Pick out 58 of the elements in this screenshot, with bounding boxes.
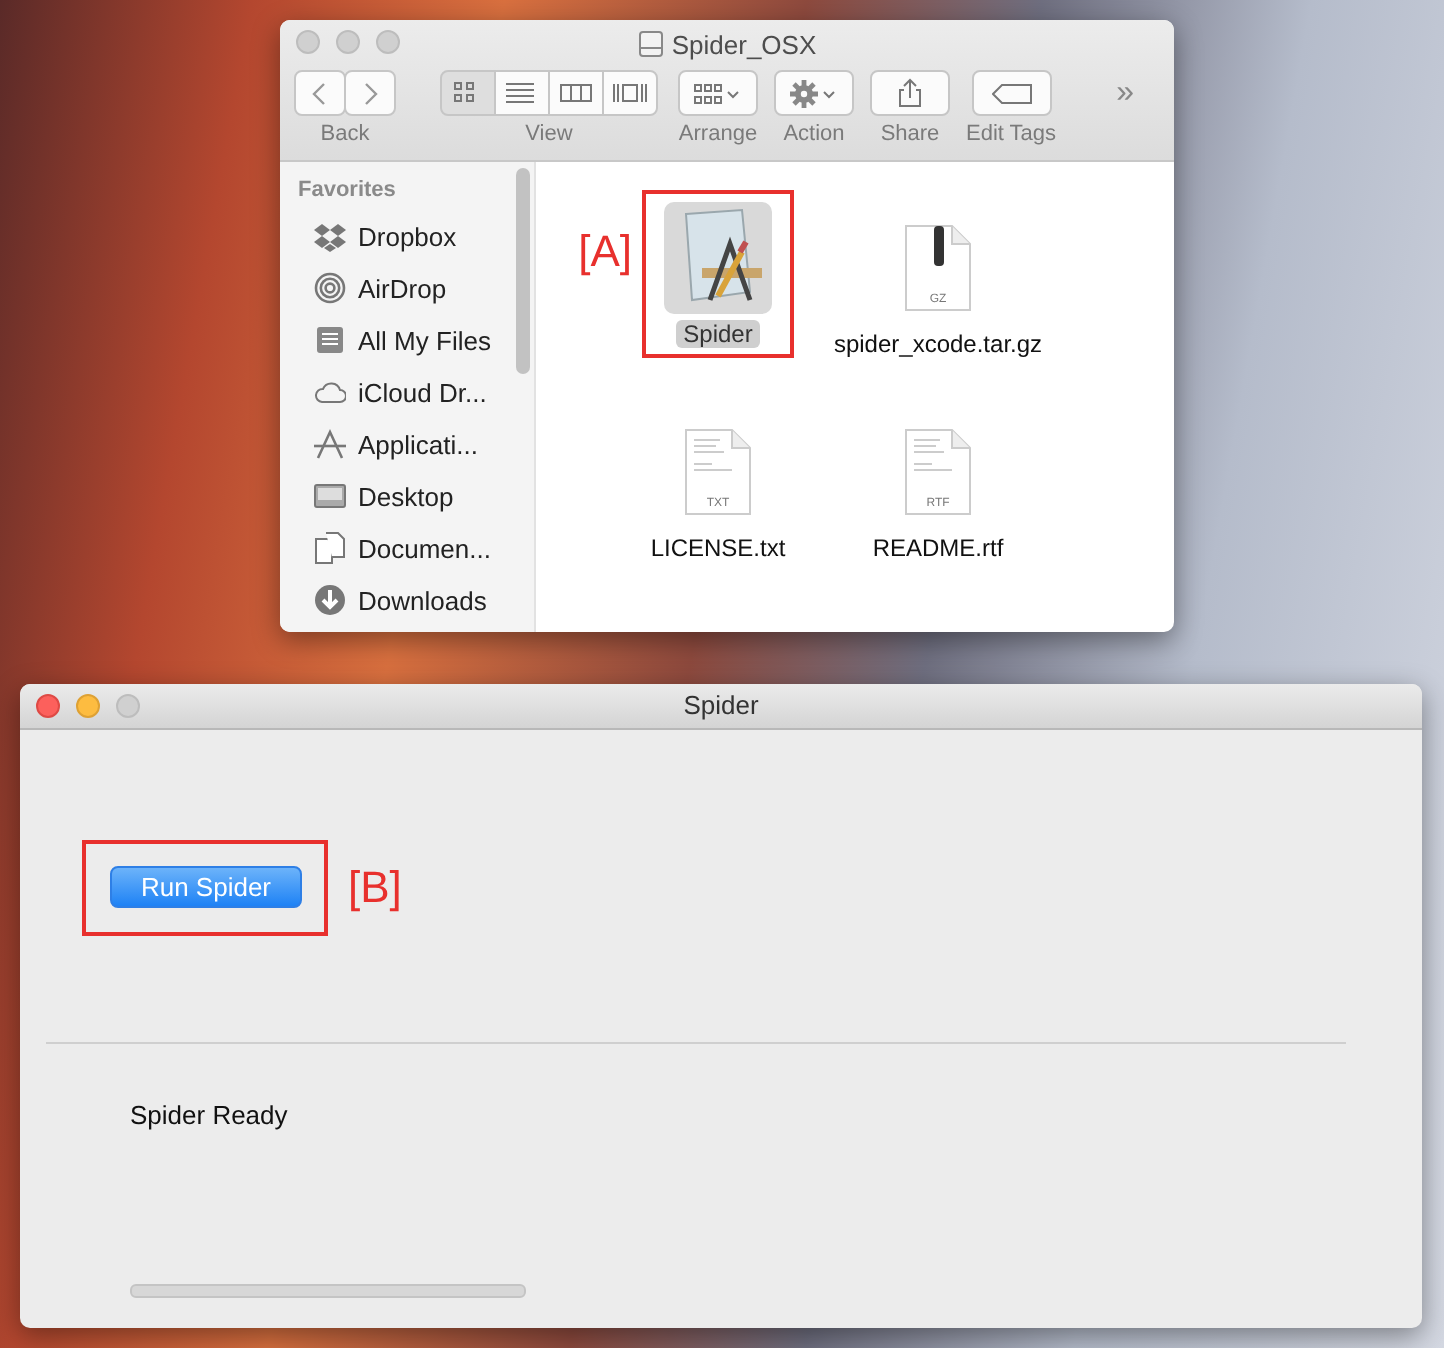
- documents-icon: [314, 532, 346, 564]
- files-icon: [314, 324, 346, 356]
- document-icon: [683, 428, 752, 516]
- window-title: Spider_OSX: [671, 29, 817, 59]
- downloads-icon: [314, 584, 346, 616]
- sidebar-heading: Favorites: [296, 178, 398, 202]
- sidebar-item[interactable]: Applicati...: [280, 418, 534, 470]
- view-mode-button[interactable]: [440, 70, 496, 116]
- sidebar-item[interactable]: All My Files: [280, 314, 534, 366]
- toolbar-label: Share: [880, 122, 940, 146]
- apps-icon: [314, 428, 346, 460]
- minimize-button[interactable]: [76, 694, 100, 718]
- window-title: Spider: [683, 690, 759, 720]
- sidebar-item[interactable]: Desktop: [280, 470, 534, 522]
- desktop-icon: [314, 480, 346, 512]
- view-mode-button[interactable]: [548, 70, 604, 116]
- back-button[interactable]: [294, 70, 346, 116]
- file-name[interactable]: README.rtf: [864, 534, 1012, 562]
- share-button[interactable]: [870, 70, 950, 116]
- grid-dropdown-icon: [694, 81, 742, 105]
- share-icon: [898, 78, 922, 108]
- annotation-label: [A]: [578, 226, 632, 278]
- chevron-left-icon: [312, 81, 328, 105]
- toolbar-label: Action: [783, 122, 845, 146]
- close-button[interactable]: [36, 694, 60, 718]
- zip-file-icon: [904, 224, 972, 312]
- sidebar-item[interactable]: AirDrop: [280, 262, 534, 314]
- chevron-right-icon: [362, 81, 378, 105]
- annotation-label: [B]: [348, 862, 402, 914]
- edit-tags-button[interactable]: [971, 70, 1052, 116]
- view-mode-button[interactable]: [494, 70, 550, 116]
- scrollbar-thumb[interactable]: [516, 168, 530, 374]
- gear-dropdown-icon: [790, 79, 838, 107]
- forward-button[interactable]: [344, 70, 396, 116]
- column-view-icon: [560, 80, 592, 106]
- view-mode-button[interactable]: [602, 70, 658, 116]
- document-icon: [904, 428, 972, 516]
- status-text: Spider Ready: [130, 1100, 290, 1130]
- file-name[interactable]: LICENSE.txt: [642, 534, 794, 562]
- tag-icon: [991, 83, 1032, 103]
- cover-flow-icon: [612, 80, 648, 106]
- cloud-icon: [314, 376, 346, 408]
- sidebar-item[interactable]: Dropbox: [280, 210, 534, 262]
- sidebar-item[interactable]: Documen...: [280, 522, 534, 574]
- arrange-button[interactable]: [678, 70, 758, 116]
- toolbar-label: Back: [320, 122, 370, 146]
- file-name[interactable]: Spider: [675, 320, 761, 348]
- toolbar-label: Edit Tags: [966, 122, 1057, 146]
- sidebar-item[interactable]: Downloads: [280, 574, 534, 626]
- action-button[interactable]: [774, 70, 854, 116]
- file-name[interactable]: spider_xcode.tar.gz: [825, 330, 1051, 358]
- sidebar-item[interactable]: iCloud Dr...: [280, 366, 534, 418]
- list-view-icon: [506, 80, 538, 106]
- dropbox-icon: [314, 220, 346, 252]
- drive-icon: [637, 30, 664, 58]
- airdrop-icon: [314, 272, 346, 304]
- toolbar-label: Arrange: [678, 122, 758, 146]
- toolbar-label: View: [525, 122, 573, 146]
